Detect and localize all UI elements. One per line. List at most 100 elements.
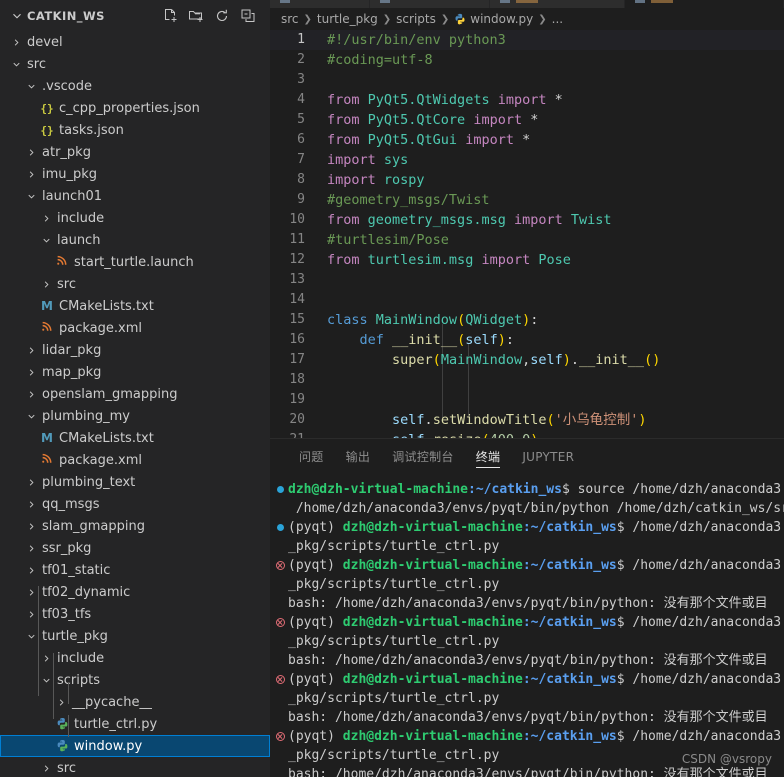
- tree-item[interactable]: include: [0, 207, 270, 229]
- chevron-right-icon[interactable]: [23, 543, 39, 554]
- tree-item[interactable]: lidar_pkg: [0, 339, 270, 361]
- panel-tab-item[interactable]: 输出: [335, 439, 382, 474]
- chevron-down-icon[interactable]: [23, 81, 39, 92]
- code-line[interactable]: 4 from PyQt5.QtWidgets import *: [270, 90, 784, 110]
- code-line[interactable]: 14: [270, 290, 784, 310]
- breadcrumb-item-scripts[interactable]: scripts: [396, 12, 436, 26]
- tree-item[interactable]: qq_msgs: [0, 493, 270, 515]
- editor-tab-bar[interactable]: [270, 0, 784, 8]
- code-line[interactable]: 21 self.resize(400,0): [270, 430, 784, 438]
- code-line[interactable]: 19: [270, 390, 784, 410]
- editor-tab-active[interactable]: [625, 0, 784, 8]
- chevron-right-icon[interactable]: [23, 499, 39, 510]
- code-line[interactable]: 17 super(MainWindow,self).__init__(): [270, 350, 784, 370]
- chevron-down-icon[interactable]: [23, 411, 39, 422]
- refresh-icon[interactable]: [214, 8, 230, 24]
- panel-tab-item[interactable]: 问题: [288, 439, 335, 474]
- code-line[interactable]: 3: [270, 70, 784, 90]
- code-line[interactable]: 5 from PyQt5.QtCore import *: [270, 110, 784, 130]
- tree-item[interactable]: atr_pkg: [0, 141, 270, 163]
- code-line[interactable]: 13: [270, 270, 784, 290]
- chevron-right-icon[interactable]: [23, 147, 39, 158]
- collapse-all-icon[interactable]: [240, 8, 256, 24]
- editor-tab[interactable]: [490, 0, 625, 8]
- chevron-right-icon[interactable]: [23, 169, 39, 180]
- tree-item[interactable]: src: [0, 53, 270, 75]
- breadcrumb-item-turtle-pkg[interactable]: turtle_pkg: [317, 12, 378, 26]
- code-line[interactable]: 10 from geometry_msgs.msg import Twist: [270, 210, 784, 230]
- file-tree[interactable]: devel src .vscode{} c_cpp_properties.json{}…: [0, 31, 270, 777]
- chevron-right-icon[interactable]: [23, 477, 39, 488]
- tree-item[interactable]: M CMakeLists.txt: [0, 295, 270, 317]
- chevron-down-icon[interactable]: [8, 59, 24, 70]
- tree-item[interactable]: devel: [0, 31, 270, 53]
- code-line[interactable]: 9 #geometry_msgs/Twist: [270, 190, 784, 210]
- code-line[interactable]: 1 #!/usr/bin/env python3: [270, 30, 784, 50]
- tree-item[interactable]: src: [0, 273, 270, 295]
- tree-item[interactable]: launch: [0, 229, 270, 251]
- editor-tab[interactable]: [270, 0, 370, 8]
- chevron-right-icon[interactable]: [38, 213, 54, 224]
- code-line[interactable]: 11 #turtlesim/Pose: [270, 230, 784, 250]
- code-line[interactable]: 12 from turtlesim.msg import Pose: [270, 250, 784, 270]
- tree-item[interactable]: {} tasks.json: [0, 119, 270, 141]
- code-line[interactable]: 18: [270, 370, 784, 390]
- chevron-right-icon[interactable]: [23, 587, 39, 598]
- tree-item[interactable]: .vscode: [0, 75, 270, 97]
- editor-tab[interactable]: [370, 0, 490, 8]
- code-line[interactable]: 20 self.setWindowTitle('小乌龟控制'): [270, 410, 784, 430]
- chevron-right-icon[interactable]: [53, 697, 69, 708]
- panel-tab-item[interactable]: 调试控制台: [381, 439, 465, 474]
- tree-item[interactable]: launch01: [0, 185, 270, 207]
- panel-tab-item[interactable]: JUPYTER: [511, 439, 585, 474]
- code-line[interactable]: 16 def __init__(self):: [270, 330, 784, 350]
- tree-item[interactable]: include: [0, 647, 270, 669]
- tree-item[interactable]: ssr_pkg: [0, 537, 270, 559]
- new-folder-icon[interactable]: [188, 8, 204, 24]
- chevron-right-icon[interactable]: [23, 367, 39, 378]
- tree-item-selected[interactable]: window.py: [0, 735, 270, 757]
- tree-item[interactable]: tf02_dynamic: [0, 581, 270, 603]
- tree-item[interactable]: turtle_ctrl.py: [0, 713, 270, 735]
- code-editor[interactable]: 1 #!/usr/bin/env python3 2 #coding=utf-8…: [270, 30, 784, 438]
- breadcrumb-item-src[interactable]: src: [281, 12, 299, 26]
- new-file-icon[interactable]: [162, 8, 178, 24]
- tree-item[interactable]: package.xml: [0, 317, 270, 339]
- chevron-right-icon[interactable]: [23, 565, 39, 576]
- tree-item[interactable]: turtle_pkg: [0, 625, 270, 647]
- breadcrumb[interactable]: src ❯ turtle_pkg ❯ scripts ❯ window.py ❯…: [270, 8, 784, 30]
- chevron-down-icon[interactable]: [23, 631, 39, 642]
- terminal-output[interactable]: dzh@dzh-virtual-machine:~/catkin_ws$ sou…: [270, 474, 784, 777]
- panel-tab-bar[interactable]: 问题 输出 调试控制台 终端 JUPYTER: [270, 439, 784, 474]
- code-line[interactable]: 7 import sys: [270, 150, 784, 170]
- tree-item[interactable]: tf03_tfs: [0, 603, 270, 625]
- chevron-right-icon[interactable]: [23, 389, 39, 400]
- panel-tab-active[interactable]: 终端: [465, 439, 512, 474]
- breadcrumb-item-window-py[interactable]: window.py: [470, 12, 533, 26]
- tree-item[interactable]: tf01_static: [0, 559, 270, 581]
- code-line[interactable]: 15 class MainWindow(QWidget):: [270, 310, 784, 330]
- tree-item[interactable]: scripts: [0, 669, 270, 691]
- tree-item[interactable]: map_pkg: [0, 361, 270, 383]
- tree-item[interactable]: src: [0, 757, 270, 777]
- code-line[interactable]: 6 from PyQt5.QtGui import *: [270, 130, 784, 150]
- chevron-right-icon[interactable]: [38, 763, 54, 774]
- tree-item[interactable]: M CMakeLists.txt: [0, 427, 270, 449]
- chevron-right-icon[interactable]: [38, 653, 54, 664]
- code-line[interactable]: 2 #coding=utf-8: [270, 50, 784, 70]
- chevron-right-icon[interactable]: [23, 609, 39, 620]
- tree-item[interactable]: start_turtle.launch: [0, 251, 270, 273]
- tree-item[interactable]: openslam_gmapping: [0, 383, 270, 405]
- chevron-right-icon[interactable]: [23, 521, 39, 532]
- tree-item[interactable]: __pycache__: [0, 691, 270, 713]
- chevron-down-icon[interactable]: [38, 675, 54, 686]
- tree-item[interactable]: imu_pkg: [0, 163, 270, 185]
- code-line[interactable]: 8 import rospy: [270, 170, 784, 190]
- tree-item[interactable]: plumbing_text: [0, 471, 270, 493]
- chevron-down-icon[interactable]: [38, 235, 54, 246]
- chevron-right-icon[interactable]: [23, 345, 39, 356]
- chevron-down-icon[interactable]: [10, 9, 24, 23]
- tree-item[interactable]: plumbing_my: [0, 405, 270, 427]
- tree-item[interactable]: {} c_cpp_properties.json: [0, 97, 270, 119]
- tree-item[interactable]: package.xml: [0, 449, 270, 471]
